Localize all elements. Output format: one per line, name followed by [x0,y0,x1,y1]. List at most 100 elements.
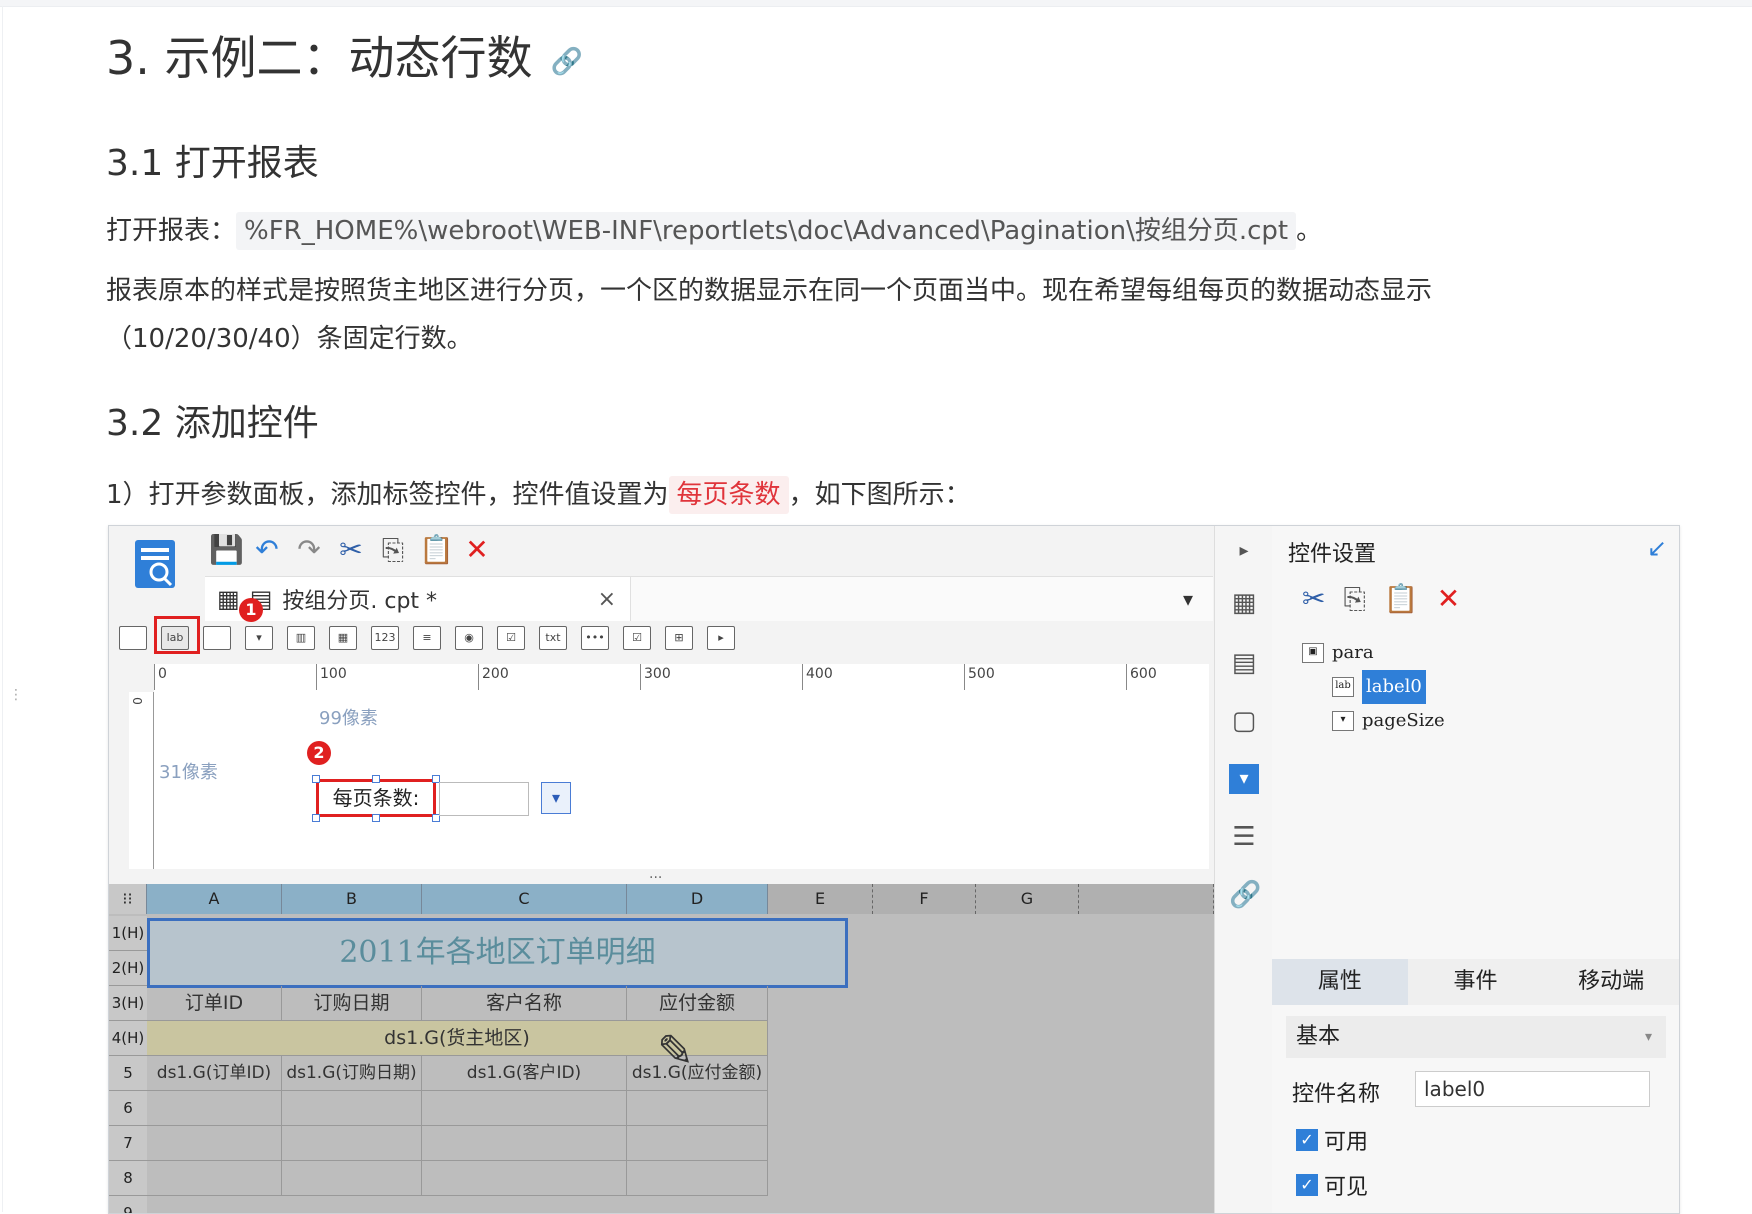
file-tab[interactable]: ▦ ▤ 按组分页. cpt * × [205,577,631,621]
widget-date-icon[interactable]: ▥ [287,626,315,650]
resize-handle[interactable] [372,775,380,783]
row-header[interactable]: 5 [109,1056,147,1091]
tab-properties[interactable]: 属性 [1272,959,1408,1005]
corner-cell[interactable]: ⁝⁝ [109,884,147,914]
ruler-tick: 500 [968,666,995,682]
step-badge-2: 2 [307,741,331,765]
row-header[interactable]: 7 [109,1126,147,1161]
redo-icon[interactable]: ↷ [293,534,325,566]
condition-attr-icon[interactable]: ☰ [1229,822,1259,852]
empty-cell[interactable] [422,1161,627,1196]
delete-icon[interactable]: ✕ [1437,582,1460,616]
row-header[interactable]: 1(H) [109,916,147,951]
paste-icon[interactable]: 📋 [1384,582,1419,616]
header-cell[interactable]: 客户名称 [422,986,627,1021]
widget-list-icon[interactable]: ≡ [413,626,441,650]
label-widget[interactable]: 每页条数: [316,779,436,817]
header-cell[interactable]: 订购日期 [282,986,422,1021]
pagesize-combo[interactable] [439,782,529,816]
widget-checkbox-icon[interactable]: ☑ [497,626,525,650]
tree-node-pagesize[interactable]: ▾ pageSize [1332,704,1445,738]
cut-icon[interactable]: ✂ [1302,582,1325,616]
empty-cell[interactable] [147,1091,282,1126]
widget-tree-icon[interactable]: ⊞ [665,626,693,650]
row-header[interactable]: 9 [109,1196,147,1213]
paste-icon[interactable]: 📋 [419,534,454,566]
vertical-ruler: 0 [129,692,154,869]
widget-password-icon[interactable]: ••• [581,626,609,650]
empty-cell[interactable] [627,1091,768,1126]
resize-handle[interactable] [312,814,320,822]
open-report-line: 打开报表： %FR_HOME%\webroot\WEB-INF\reportlet… [106,210,1322,250]
widget-textbox-icon[interactable] [203,626,231,650]
empty-cell[interactable] [147,1126,282,1161]
combo-dropdown-icon[interactable]: ▾ [541,782,571,814]
empty-cell[interactable] [147,1161,282,1196]
empty-cell[interactable] [422,1091,627,1126]
tree-node-para[interactable]: ▣ para [1302,636,1445,670]
undo-icon[interactable]: ↶ [251,534,283,566]
cut-icon[interactable]: ✂ [335,534,367,566]
widget-name-field[interactable]: label0 [1415,1071,1650,1107]
drag-handle[interactable]: ⋮ [9,688,23,702]
copy-icon[interactable]: ⎘ [377,534,409,566]
anchor-link-icon[interactable]: 🔗 [551,47,583,77]
row-header[interactable]: 6 [109,1091,147,1126]
copy-icon[interactable]: ⎘ [1343,582,1365,616]
widget-settings-icon[interactable]: ▾ [1229,764,1259,794]
delete-icon[interactable]: ✕ [461,534,493,566]
empty-cell[interactable] [627,1161,768,1196]
data-cell[interactable]: ds1.G(订购日期) [282,1056,422,1091]
save-icon[interactable]: 💾 [209,534,244,566]
widget-number-icon[interactable]: 123 [371,626,399,650]
widget-settings-panel: 控件设置 ↙ ✂ ⎘ 📋 ✕ ▣ para lab label0 ▾ pageSize… [1272,526,1679,1213]
resize-handle[interactable] [372,814,380,822]
column-header[interactable]: C [422,884,627,914]
expand-arrow-icon[interactable]: ▸ [1229,536,1259,566]
widget-frame-icon[interactable] [119,626,147,650]
column-header[interactable]: F [873,884,976,914]
tree-node-label0[interactable]: lab label0 [1332,670,1445,704]
widget-calendar-icon[interactable]: ▦ [329,626,357,650]
empty-cell[interactable] [422,1126,627,1161]
panel-toggle-icon[interactable]: ▾ [1183,587,1193,611]
row-header[interactable]: 8 [109,1161,147,1196]
column-header[interactable]: G [976,884,1079,914]
column-header[interactable]: E [768,884,873,914]
data-cell[interactable]: ds1.G(客户ID) [422,1056,627,1091]
column-header[interactable]: B [282,884,422,914]
tab-mobile[interactable]: 移动端 [1543,959,1679,1005]
resize-handle[interactable] [312,775,320,783]
data-cell[interactable]: ds1.G(应付金额) [627,1056,768,1091]
header-cell[interactable]: 订单ID [147,986,282,1021]
row-header[interactable]: 3(H) [109,986,147,1021]
float-element-icon[interactable]: ▢ [1229,706,1259,736]
hyperlink-icon[interactable]: 🔗 [1229,880,1261,910]
row-header[interactable]: 2(H) [109,951,147,986]
data-cell[interactable]: ds1.G(订单ID) [147,1056,282,1091]
widget-check-icon[interactable]: ☑ [623,626,651,650]
header-cell[interactable]: 应付金额 [627,986,768,1021]
description-line-1: 报表原本的样式是按照货主地区进行分页，一个区的数据显示在同一个页面当中。现在希望… [106,276,1433,306]
column-header[interactable]: A [147,884,282,914]
row-header[interactable]: 4(H) [109,1021,147,1056]
visible-checkbox[interactable]: ✓ [1296,1174,1318,1196]
widget-radio-icon[interactable]: ◉ [455,626,483,650]
empty-cell[interactable] [282,1126,422,1161]
column-header[interactable]: D [627,884,768,914]
widget-more-icon[interactable]: ▸ [707,626,735,650]
enabled-checkbox[interactable]: ✓ [1296,1129,1318,1151]
empty-cell[interactable] [282,1091,422,1126]
empty-cell[interactable] [627,1126,768,1161]
widget-combo-icon[interactable]: ▾ [245,626,273,650]
title-cell[interactable]: 2011年各地区订单明细 [147,918,848,988]
right-sidebar: ▸ ▦ ▤ ▢ ▾ ☰ 🔗 [1214,526,1274,1213]
widget-text-icon[interactable]: txt [539,626,567,650]
empty-cell[interactable] [282,1161,422,1196]
collapse-icon[interactable]: ↙ [1647,534,1667,562]
basic-group-header[interactable]: 基本 ▾ [1286,1016,1666,1058]
close-tab-icon[interactable]: × [598,587,616,612]
cell-element-icon[interactable]: ▤ [1229,648,1259,678]
cell-attr-icon[interactable]: ▦ [1229,588,1259,618]
tab-events[interactable]: 事件 [1408,959,1544,1005]
